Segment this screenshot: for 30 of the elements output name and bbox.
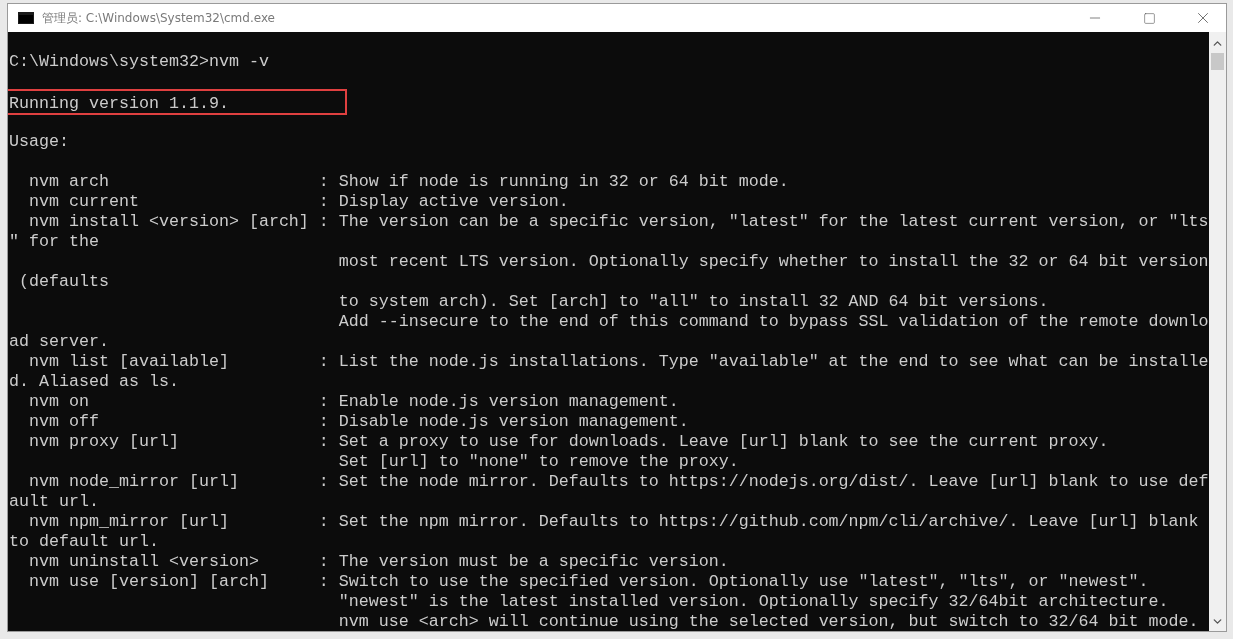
console-line: nvm arch : Show if node is running in 32 or 64 bit mode.	[28, 172, 790, 192]
maximize-icon[interactable]	[1142, 11, 1156, 25]
console-line: to system arch). Set [arch] to "all" to install 32 AND 64 bit versions.	[337, 292, 1050, 312]
console-line: nvm current : Display active version.	[28, 192, 570, 212]
console-line: nvm install <version> [arch] : The version can be a specific version, "latest" for the latest current version, or "lts	[28, 212, 1209, 232]
console-line: nvm node_mirror [url] : Set the node mirror. Defaults to https://nodejs.org/dist/. Leave [url] blank to use def	[28, 472, 1209, 492]
console-line: nvm npm_mirror [url] : Set the npm mirror. Defaults to https://github.com/npm/cli/archive/. Leave [url] blank	[28, 512, 1200, 532]
console-line: nvm uninstall <version> : The version must be a specific version.	[28, 552, 730, 572]
console-line: nvm proxy [url] : Set a proxy to use for downloads. Leave [url] blank to see the current proxy.	[28, 432, 1110, 452]
console-line: Add --insecure to the end of this command to bypass SSL validation of the remote downlo	[337, 312, 1209, 332]
console-line: nvm off : Disable node.js version management.	[28, 412, 690, 432]
scrollbar[interactable]	[1209, 32, 1226, 631]
scroll-thumb[interactable]	[1211, 53, 1224, 70]
window-title: 管理员: C:\Windows\System32\cmd.exe	[42, 9, 276, 27]
console-line: nvm use [version] [arch] : Switch to use the specified version. Optionally use "latest", "lts", or "newest".	[28, 572, 1150, 592]
console-line: Usage:	[8, 132, 70, 152]
console-line: nvm on : Enable node.js version management.	[28, 392, 680, 412]
console-app-icon	[18, 12, 34, 24]
console-line: nvm use <arch> will continue using the selected version, but switch to 32/64 bit mode.	[337, 612, 1200, 631]
console-line: to default url.	[8, 532, 160, 552]
console-line: Set [url] to "none" to remove the proxy.	[337, 452, 740, 472]
console-line: nvm list [available] : List the node.js installations. Type "available" at the end to see what can be installe	[28, 352, 1209, 372]
console-line: "newest" is the latest installed version. Optionally specify 32/64bit architecture.	[337, 592, 1170, 612]
console-line: " for the	[8, 232, 100, 252]
console-line: d. Aliased as ls.	[8, 372, 180, 392]
console-line: ad server.	[8, 332, 110, 352]
console-line: most recent LTS version. Optionally specify whether to install the 32 or 64 bit version	[337, 252, 1209, 272]
console-line: C:\Windows\system32>nvm -v	[8, 52, 270, 72]
console-line: ault url.	[8, 492, 100, 512]
console-line: (defaults	[18, 272, 110, 292]
